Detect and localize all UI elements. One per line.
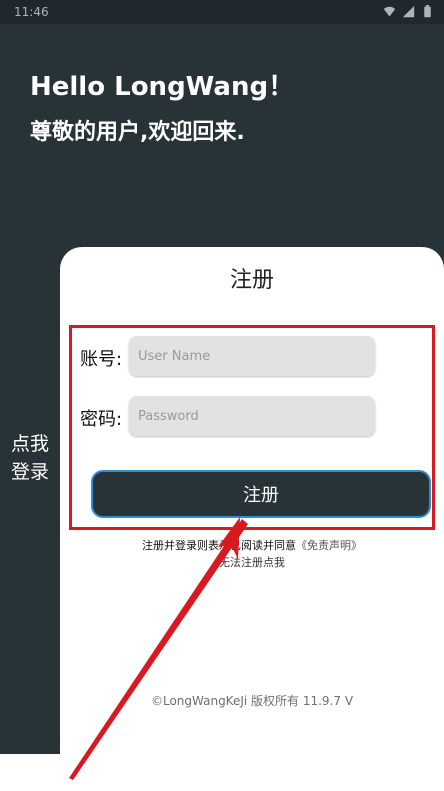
login-side-tab[interactable]: 点我 登录 [0, 245, 60, 751]
status-time: 11:46 [14, 5, 49, 19]
register-title: 注册 [229, 268, 274, 293]
battery-icon [424, 5, 431, 18]
login-tab-line-2: 登录 [10, 461, 49, 483]
signal-icon [402, 5, 415, 18]
login-tab-label: 点我 登录 [0, 430, 60, 486]
status-icons [383, 5, 434, 18]
username-input[interactable] [129, 336, 375, 376]
wifi-icon [383, 6, 396, 17]
greeting-subtitle: 尊敬的用户,欢迎回来. [30, 120, 245, 145]
cant-register-link[interactable]: 无法注册点我 [60, 554, 444, 570]
status-bar: 11:46 [0, 0, 444, 24]
greeting-title: Hello LongWang！ [30, 72, 295, 102]
account-label: 账号: [80, 349, 123, 370]
terms-prefix: 注册并登录则表示 [142, 539, 230, 552]
terms-text: 注册并登录则表示已阅读并同意《免责声明》 [60, 537, 444, 553]
password-input[interactable] [129, 396, 375, 436]
terms-middle: 已阅读并同意 [230, 539, 296, 552]
disclaimer-link[interactable]: 《免责声明》 [296, 539, 362, 552]
password-label: 密码: [80, 409, 123, 430]
login-tab-line-1: 点我 [10, 433, 49, 455]
copyright-text: ©LongWangKeJi 版权所有 11.9.7 V [150, 694, 354, 708]
register-card [60, 247, 444, 791]
register-button[interactable]: 注册 [91, 470, 431, 518]
